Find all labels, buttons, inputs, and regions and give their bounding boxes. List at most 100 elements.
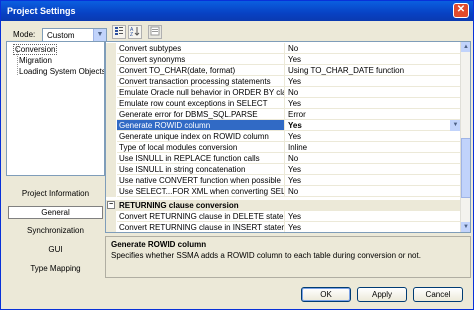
title-bar[interactable]: Project Settings ✕	[1, 1, 473, 21]
property-value[interactable]: Yes	[285, 164, 461, 175]
property-row[interactable]: Generate ROWID column Yes ▼	[106, 120, 461, 131]
row-gutter	[106, 54, 116, 65]
row-gutter	[106, 120, 116, 131]
scroll-down-icon[interactable]: ▼	[461, 222, 470, 232]
vertical-scrollbar[interactable]: ▲ ▼	[460, 42, 470, 232]
row-gutter	[106, 175, 116, 186]
property-name[interactable]: Generate error for DBMS_SQL.PARSE	[117, 109, 285, 120]
row-gutter	[106, 65, 116, 76]
description-title: Generate ROWID column	[111, 240, 207, 249]
apply-button[interactable]: Apply	[357, 287, 407, 302]
description-panel: Generate ROWID column Specifies whether …	[105, 236, 471, 278]
row-gutter	[106, 211, 116, 222]
property-value[interactable]: No	[285, 87, 461, 98]
property-grid: Convert subtypes No Convert synonyms Yes Con…	[105, 41, 471, 233]
property-row[interactable]: Convert TO_CHAR(date, format) Using TO_CH…	[106, 65, 461, 76]
project-settings-dialog: Project Settings ✕ Mode: Custom ▼ Conver…	[0, 0, 474, 310]
tree-item-label: Loading System Objects	[19, 67, 105, 76]
property-value[interactable]: Yes	[285, 211, 461, 222]
property-name[interactable]: Convert TO_CHAR(date, format)	[117, 65, 285, 76]
nav-type-mapping[interactable]: Type Mapping	[6, 260, 105, 277]
property-name[interactable]: Convert synonyms	[117, 54, 285, 65]
property-value[interactable]: No	[285, 153, 461, 164]
property-name[interactable]: Convert RETURNING clause in INSERT state…	[117, 222, 285, 232]
row-gutter	[106, 131, 116, 142]
nav-synchronization[interactable]: Synchronization	[6, 222, 105, 239]
property-row[interactable]: Use native CONVERT function when possibl…	[106, 175, 461, 186]
property-row[interactable]: Generate unique index on ROWID column Yes	[106, 131, 461, 142]
row-gutter	[106, 186, 116, 197]
property-name[interactable]: Convert subtypes	[117, 43, 285, 54]
property-row[interactable]: Convert RETURNING clause in DELETE state…	[106, 211, 461, 222]
tree-item-migration[interactable]: Migration	[19, 55, 52, 66]
property-row[interactable]: Use ISNULL in string concatenation Yes	[106, 164, 461, 175]
property-row[interactable]: Use ISNULL in REPLACE function calls No	[106, 153, 461, 164]
property-value[interactable]: No	[285, 186, 461, 197]
property-name[interactable]: Type of local modules conversion	[117, 142, 285, 153]
sort-az-icon[interactable]: AZ	[128, 25, 142, 39]
nav-gui[interactable]: GUI	[6, 241, 105, 258]
property-row[interactable]: Emulate row count exceptions in SELECT Ye…	[106, 98, 461, 109]
property-row[interactable]: Convert transaction processing statement…	[106, 76, 461, 87]
property-value[interactable]: Yes	[285, 120, 461, 131]
close-icon[interactable]: ✕	[453, 3, 469, 18]
categorized-icon[interactable]	[112, 25, 126, 39]
chevron-down-icon[interactable]: ▼	[93, 29, 106, 41]
property-value[interactable]: Yes	[285, 175, 461, 186]
scroll-thumb[interactable]	[461, 138, 470, 198]
property-name[interactable]: Convert transaction processing statement…	[117, 76, 285, 87]
property-value[interactable]: Yes	[285, 98, 461, 109]
row-gutter	[106, 98, 116, 109]
scroll-up-icon[interactable]: ▲	[461, 42, 470, 52]
mode-label: Mode:	[13, 30, 36, 39]
mode-select[interactable]: Custom ▼	[42, 28, 107, 42]
row-gutter	[106, 222, 116, 232]
property-pages-icon[interactable]	[148, 25, 162, 39]
property-row[interactable]: Convert synonyms Yes	[106, 54, 461, 65]
property-name[interactable]: Use ISNULL in REPLACE function calls	[117, 153, 285, 164]
property-name[interactable]: Generate unique index on ROWID column	[117, 131, 285, 142]
property-row[interactable]: Generate error for DBMS_SQL.PARSE Error	[106, 109, 461, 120]
property-value[interactable]: No	[285, 43, 461, 54]
cancel-button[interactable]: Cancel	[413, 287, 463, 302]
settings-tree: Conversion Migration Loading System Obje…	[6, 41, 105, 176]
property-name[interactable]: Generate ROWID column	[117, 120, 285, 131]
collapse-icon[interactable]: −	[107, 201, 115, 209]
row-gutter	[106, 153, 116, 164]
description-text: Specifies whether SSMA adds a ROWID colu…	[111, 251, 421, 260]
property-value[interactable]: Yes	[285, 131, 461, 142]
property-name[interactable]: Emulate Oracle null behavior in ORDER BY…	[117, 87, 285, 98]
property-name[interactable]: Use SELECT...FOR XML when converting SEL…	[117, 186, 285, 197]
property-name[interactable]: Use native CONVERT function when possibl…	[117, 175, 285, 186]
property-row[interactable]: Convert subtypes No	[106, 43, 461, 54]
row-gutter	[106, 76, 116, 87]
mode-value: Custom	[47, 31, 75, 40]
tree-item-label: Migration	[19, 56, 52, 65]
nav-project-information[interactable]: Project Information	[6, 185, 105, 202]
row-gutter	[106, 164, 116, 175]
property-value[interactable]: Yes	[285, 54, 461, 65]
row-gutter	[106, 43, 116, 54]
property-row[interactable]: Convert RETURNING clause in INSERT state…	[106, 222, 461, 232]
ok-button[interactable]: OK	[301, 287, 351, 302]
property-value[interactable]: Using TO_CHAR_DATE function	[285, 65, 461, 76]
property-value[interactable]: Inline	[285, 142, 461, 153]
property-row[interactable]: Use SELECT...FOR XML when converting SEL…	[106, 186, 461, 197]
row-gutter	[106, 142, 116, 153]
category-returning-clause[interactable]: − RETURNING clause conversion	[106, 200, 461, 211]
property-value[interactable]: Yes	[285, 222, 461, 232]
property-name[interactable]: Emulate row count exceptions in SELECT	[117, 98, 285, 109]
row-gutter	[106, 109, 116, 120]
svg-text:Z: Z	[130, 32, 133, 36]
property-row[interactable]: Emulate Oracle null behavior in ORDER BY…	[106, 87, 461, 98]
property-value[interactable]: Yes	[285, 76, 461, 87]
tree-item-conversion[interactable]: Conversion	[13, 44, 58, 55]
property-name[interactable]: Use ISNULL in string concatenation	[117, 164, 285, 175]
property-name[interactable]: Convert RETURNING clause in DELETE state…	[117, 211, 285, 222]
nav-general[interactable]: General	[8, 206, 103, 219]
window-title: Project Settings	[7, 6, 76, 16]
property-row[interactable]: Type of local modules conversion Inline	[106, 142, 461, 153]
tree-item-loading-system-objects[interactable]: Loading System Objects	[19, 66, 105, 77]
property-value[interactable]: Error	[285, 109, 461, 120]
row-gutter	[106, 87, 116, 98]
